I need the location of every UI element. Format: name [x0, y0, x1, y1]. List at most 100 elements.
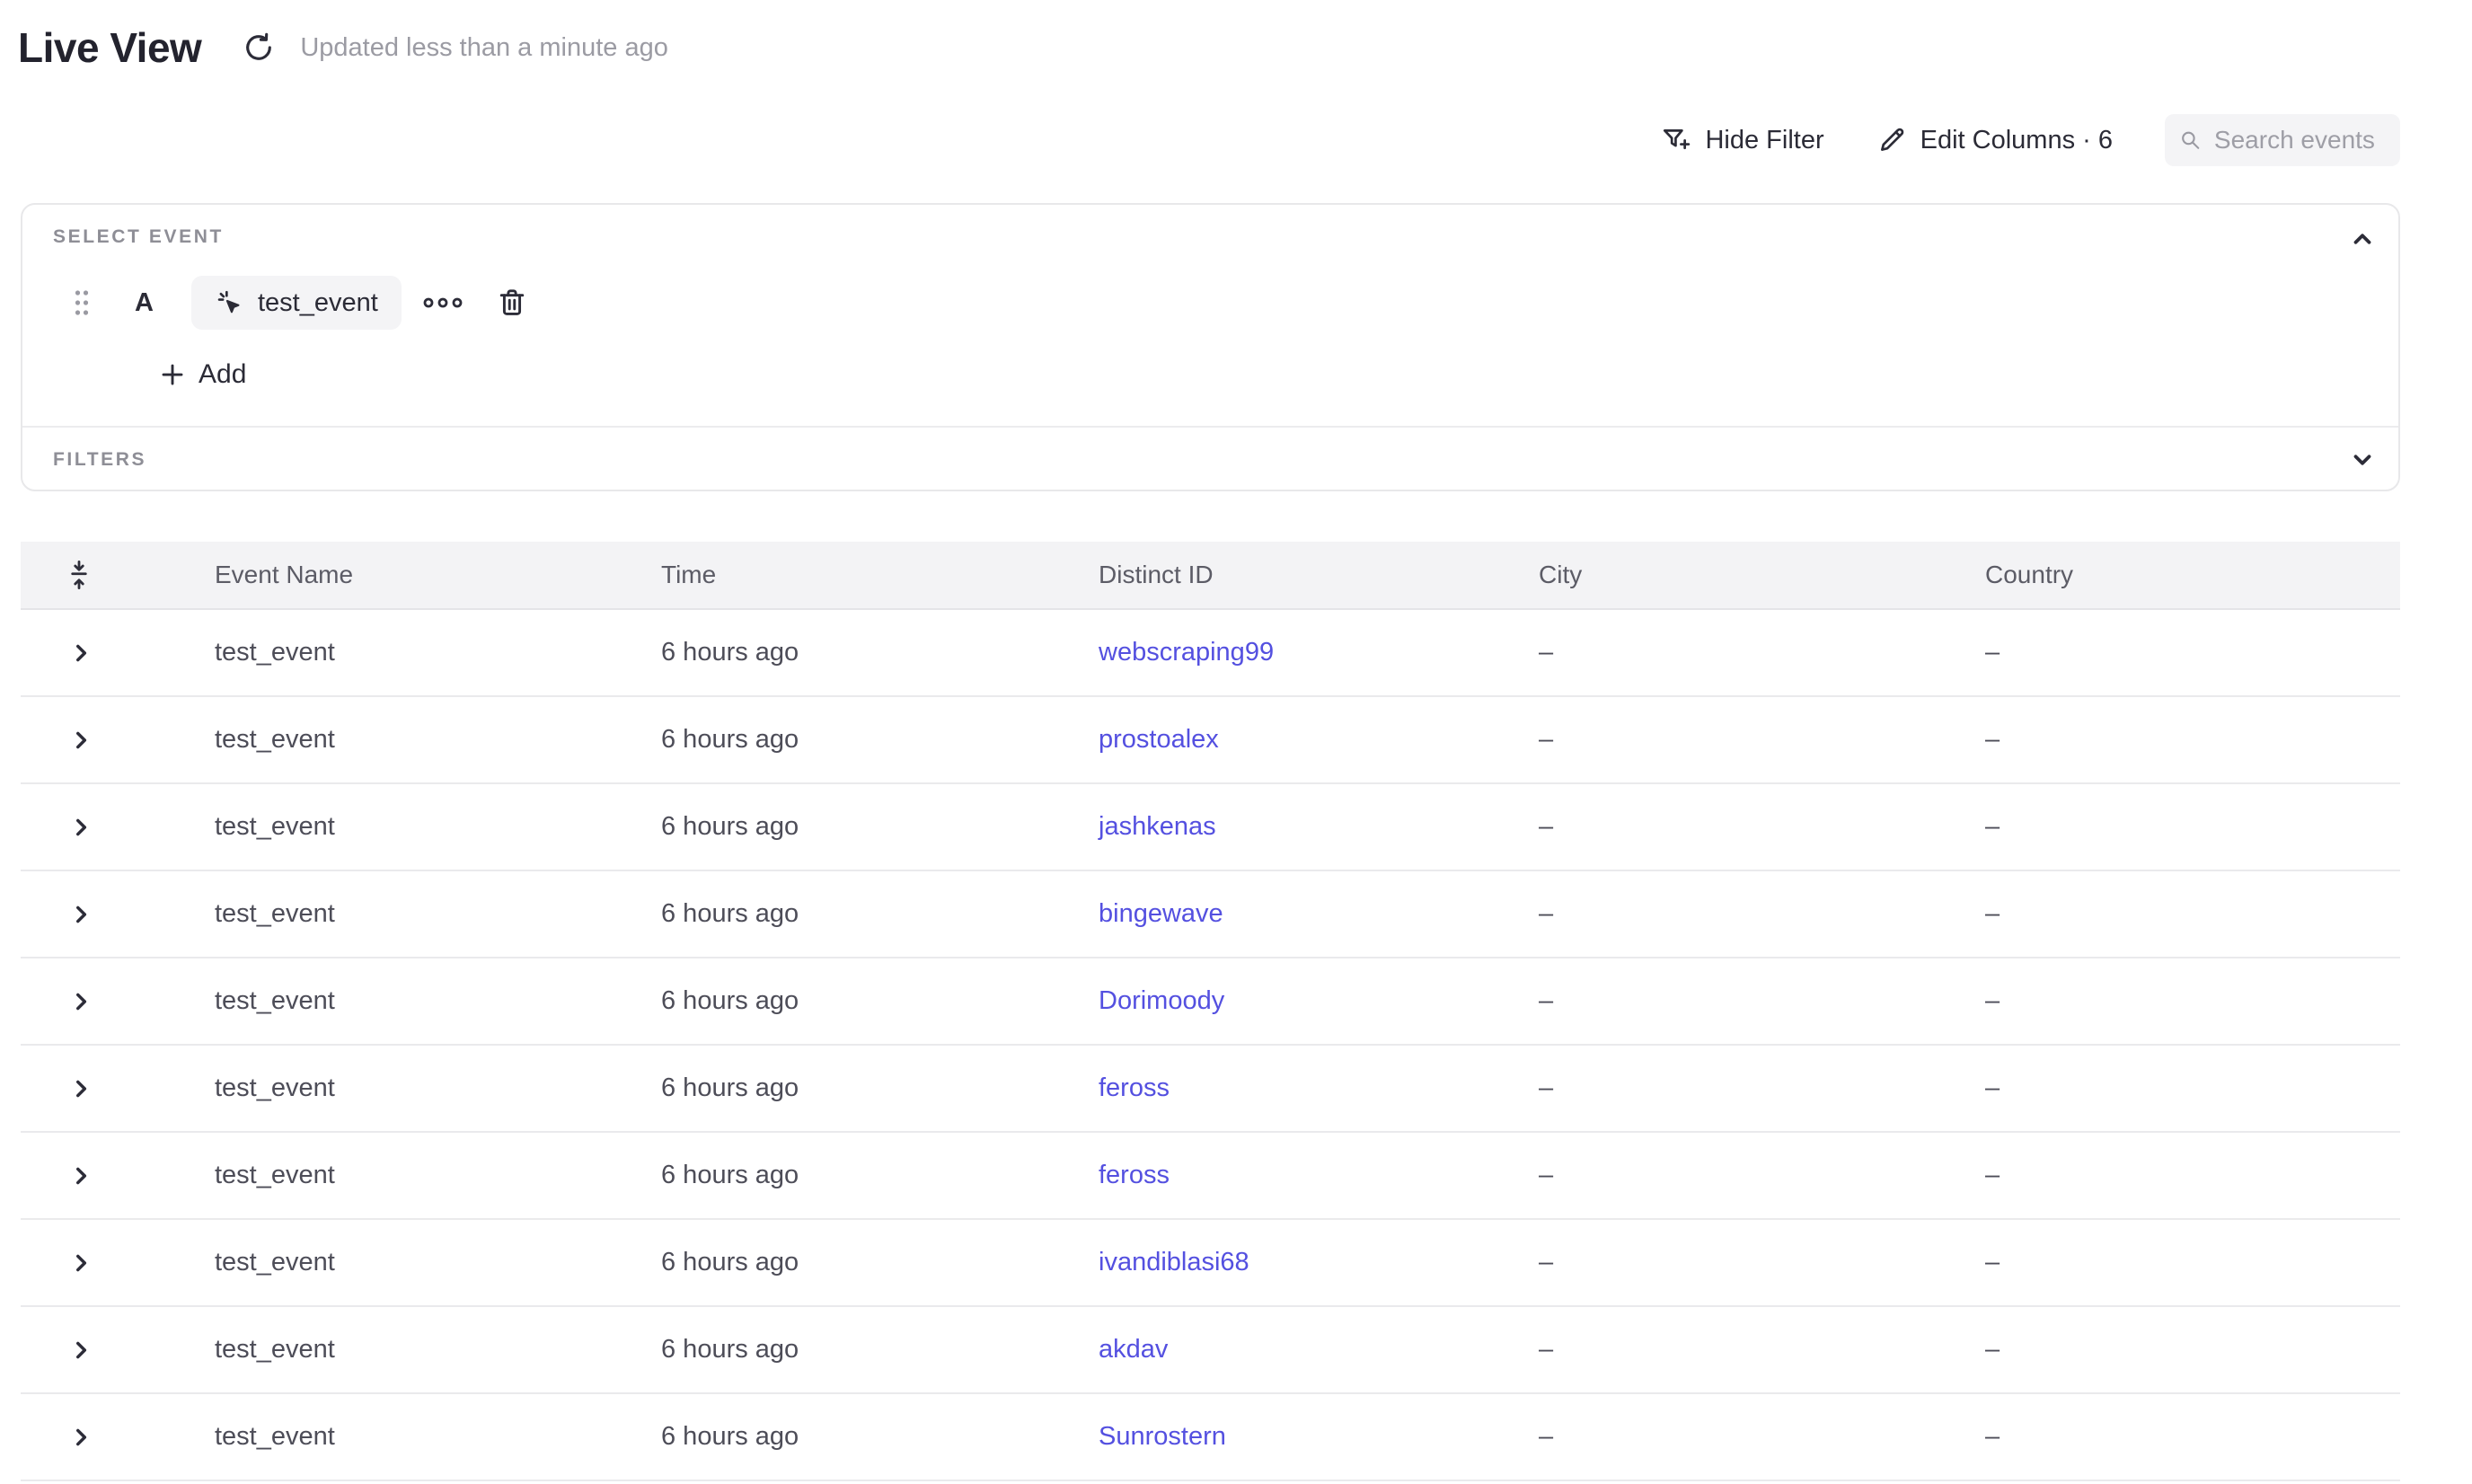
distinct-id-link[interactable]: webscraping99 [1099, 638, 1274, 667]
filters-label: FILTERS [53, 449, 146, 471]
row-expand-button[interactable] [67, 988, 94, 1015]
search-input[interactable] [2214, 126, 2386, 155]
column-header-country[interactable]: Country [1985, 561, 2400, 589]
column-header-event-name[interactable]: Event Name [215, 561, 661, 589]
add-event-button[interactable]: Add [159, 359, 246, 390]
column-header-time[interactable]: Time [661, 561, 1099, 589]
event-name-cell: test_event [215, 1073, 661, 1103]
city-cell: – [1539, 1161, 1985, 1190]
table-row[interactable]: test_event 6 hours ago akdav – – [21, 1307, 2400, 1394]
table-body: test_event 6 hours ago webscraping99 – – [21, 610, 2400, 1481]
row-expand-button[interactable] [67, 814, 94, 841]
chevron-right-icon [69, 1077, 93, 1100]
expand-filters-button[interactable] [2346, 444, 2379, 476]
distinct-id-link[interactable]: akdav [1099, 1335, 1168, 1364]
collapse-rows-icon [66, 560, 93, 590]
distinct-id-link[interactable]: feross [1099, 1073, 1170, 1102]
event-name-cell: test_event [215, 1335, 661, 1365]
row-expand-button[interactable] [67, 727, 94, 754]
chevron-right-icon [69, 903, 93, 926]
row-expand-button[interactable] [67, 1250, 94, 1276]
series-letter: A [135, 288, 154, 318]
table-row[interactable]: test_event 6 hours ago prostoalex – – [21, 697, 2400, 784]
chevron-right-icon [69, 990, 93, 1013]
refresh-icon [243, 31, 275, 64]
column-header-distinct-id[interactable]: Distinct ID [1099, 561, 1539, 589]
table-row[interactable]: test_event 6 hours ago bingewave – – [21, 871, 2400, 958]
distinct-id-link[interactable]: Dorimoody [1099, 986, 1224, 1015]
edit-columns-label: Edit Columns · 6 [1920, 126, 2113, 155]
select-event-label: SELECT EVENT [53, 226, 224, 248]
time-cell: 6 hours ago [661, 812, 1099, 842]
distinct-id-link[interactable]: ivandiblasi68 [1099, 1248, 1249, 1276]
refresh-button[interactable] [241, 30, 277, 66]
event-name-cell: test_event [215, 1248, 661, 1277]
distinct-id-link[interactable]: feross [1099, 1161, 1170, 1189]
event-name-cell: test_event [215, 812, 661, 842]
distinct-id-link[interactable]: Sunrostern [1099, 1422, 1226, 1451]
country-cell: – [1985, 986, 2400, 1016]
hide-filter-label: Hide Filter [1705, 126, 1823, 155]
updated-status: Updated less than a minute ago [300, 33, 668, 63]
row-expand-button[interactable] [67, 901, 94, 928]
filter-plus-icon [1661, 125, 1691, 155]
search-box[interactable] [2165, 114, 2400, 166]
collapse-select-event-button[interactable] [2346, 223, 2379, 255]
city-cell: – [1539, 638, 1985, 667]
add-label: Add [199, 359, 246, 390]
hide-filter-button[interactable]: Hide Filter [1661, 125, 1823, 155]
card-divider [22, 426, 2398, 428]
distinct-id-link[interactable]: bingewave [1099, 899, 1223, 928]
city-cell: – [1539, 986, 1985, 1016]
row-expand-button[interactable] [67, 1162, 94, 1189]
row-expand-button[interactable] [67, 1424, 94, 1451]
time-cell: 6 hours ago [661, 1161, 1099, 1190]
drag-handle-icon[interactable] [74, 288, 90, 317]
row-expand-button[interactable] [67, 1075, 94, 1102]
city-cell: – [1539, 1422, 1985, 1452]
city-cell: – [1539, 1073, 1985, 1103]
event-row: A test_event [74, 275, 527, 331]
column-header-city[interactable]: City [1539, 561, 1985, 589]
table-header: Event Name Time Distinct ID City Country [21, 542, 2400, 610]
chevron-right-icon [69, 641, 93, 665]
title-row: Live View Updated less than a minute ago [18, 23, 668, 72]
country-cell: – [1985, 1073, 2400, 1103]
country-cell: – [1985, 638, 2400, 667]
time-cell: 6 hours ago [661, 1073, 1099, 1103]
chevron-up-icon [2349, 225, 2376, 252]
chevron-right-icon [69, 729, 93, 752]
row-expand-button[interactable] [67, 1337, 94, 1364]
edit-columns-button[interactable]: Edit Columns · 6 [1876, 125, 2113, 155]
event-name-cell: test_event [215, 725, 661, 755]
events-table: Event Name Time Distinct ID City Country [21, 542, 2400, 1481]
pencil-icon [1876, 125, 1907, 155]
table-row[interactable]: test_event 6 hours ago webscraping99 – – [21, 610, 2400, 697]
table-row[interactable]: test_event 6 hours ago feross – – [21, 1046, 2400, 1133]
distinct-id-link[interactable]: jashkenas [1099, 812, 1216, 841]
event-more-options-button[interactable] [423, 295, 463, 311]
table-row[interactable]: test_event 6 hours ago Sunrostern – – [21, 1394, 2400, 1481]
time-cell: 6 hours ago [661, 1422, 1099, 1452]
collapse-rows-button[interactable] [66, 561, 93, 588]
query-builder-card: SELECT EVENT A test_event [21, 203, 2400, 491]
table-row[interactable]: test_event 6 hours ago ivandiblasi68 – – [21, 1220, 2400, 1307]
country-cell: – [1985, 725, 2400, 755]
chevron-right-icon [69, 1426, 93, 1449]
city-cell: – [1539, 1335, 1985, 1365]
table-row[interactable]: test_event 6 hours ago feross – – [21, 1133, 2400, 1220]
live-view-page: Live View Updated less than a minute ago… [0, 0, 2472, 1484]
country-cell: – [1985, 899, 2400, 929]
time-cell: 6 hours ago [661, 638, 1099, 667]
event-name-cell: test_event [215, 899, 661, 929]
event-select-chip[interactable]: test_event [191, 276, 402, 330]
time-cell: 6 hours ago [661, 1335, 1099, 1365]
table-row[interactable]: test_event 6 hours ago jashkenas – – [21, 784, 2400, 871]
row-expand-button[interactable] [67, 640, 94, 667]
distinct-id-link[interactable]: prostoalex [1099, 725, 1219, 754]
table-row[interactable]: test_event 6 hours ago Dorimoody – – [21, 958, 2400, 1046]
delete-event-button[interactable] [497, 287, 527, 319]
trash-icon [497, 287, 527, 319]
selected-event-label: test_event [258, 288, 378, 318]
time-cell: 6 hours ago [661, 986, 1099, 1016]
